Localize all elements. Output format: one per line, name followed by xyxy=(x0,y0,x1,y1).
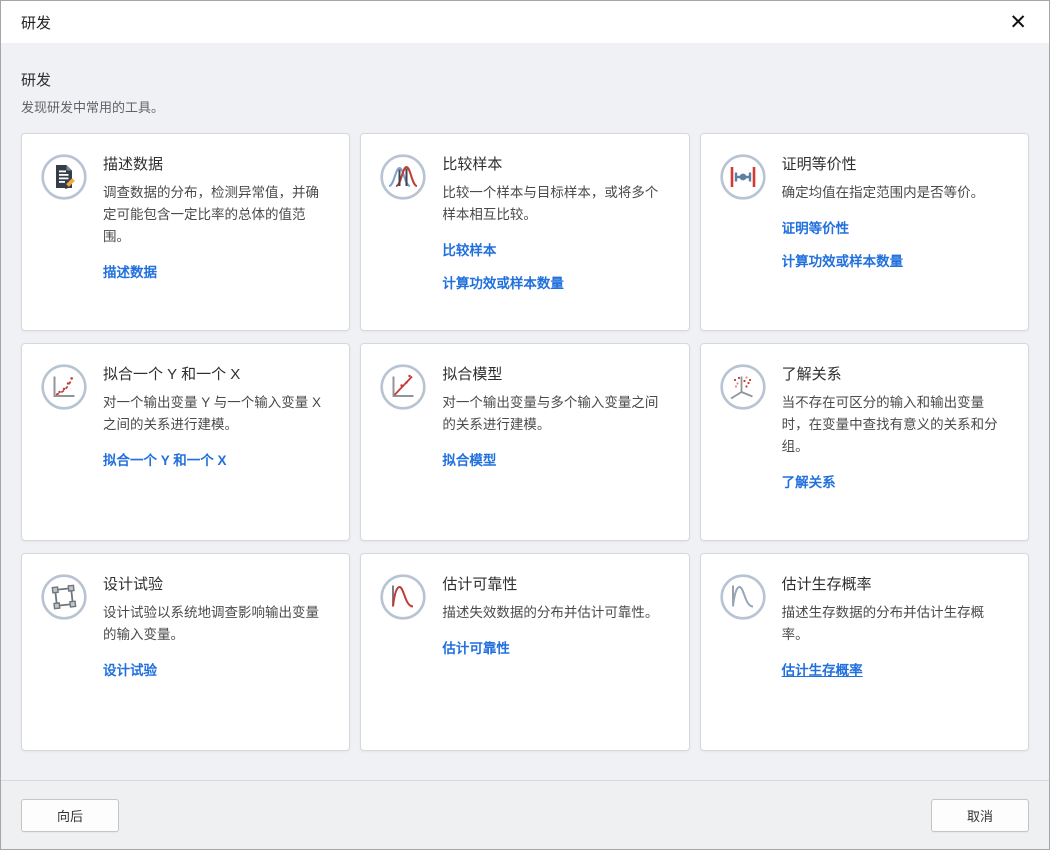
tool-card-grid: 描述数据 调查数据的分布，检测异常值，并确定可能包含一定比率的总体的值范围。 描… xyxy=(21,133,1029,751)
estimate-reliability-link[interactable]: 估计可靠性 xyxy=(442,637,510,657)
card-estimate-reliability: 估计可靠性 描述失效数据的分布并估计可靠性。 估计可靠性 xyxy=(360,553,689,751)
section-subtitle: 发现研发中常用的工具。 xyxy=(21,97,1029,116)
card-description: 对一个输出变量 Y 与一个输入变量 X 之间的关系进行建模。 xyxy=(103,392,331,436)
card-title: 估计可靠性 xyxy=(442,573,670,594)
estimate-survival-link[interactable]: 估计生存概率 xyxy=(782,659,863,679)
card-design-experiment: 设计试验 设计试验以系统地调查影响输出变量的输入变量。 设计试验 xyxy=(21,553,350,751)
card-title: 证明等价性 xyxy=(782,153,1010,174)
dialog-title: 研发 xyxy=(21,12,51,33)
card-description: 描述生存数据的分布并估计生存概率。 xyxy=(782,602,1010,646)
dialog-footer: 向后 取消 xyxy=(1,780,1049,849)
card-prove-equivalence: 证明等价性 确定均值在指定范围内是否等价。 证明等价性 计算功效或样本数量 xyxy=(700,133,1029,331)
scatter-line-fit-icon xyxy=(379,363,427,411)
card-title: 拟合模型 xyxy=(442,363,670,384)
card-fit-one-y-one-x: 拟合一个 Y 和一个 X 对一个输出变量 Y 与一个输入变量 X 之间的关系进行… xyxy=(21,343,350,541)
card-description: 设计试验以系统地调查影响输出变量的输入变量。 xyxy=(103,602,331,646)
3d-scatter-icon xyxy=(719,363,767,411)
prove-equivalence-link[interactable]: 证明等价性 xyxy=(782,217,850,237)
overlapping-distributions-icon xyxy=(379,153,427,201)
card-title: 估计生存概率 xyxy=(782,573,1010,594)
card-description: 比较一个样本与目标样本，或将多个样本相互比较。 xyxy=(442,182,670,226)
fit-model-link[interactable]: 拟合模型 xyxy=(442,449,496,469)
card-compare-samples: 比较样本 比较一个样本与目标样本，或将多个样本相互比较。 比较样本 计算功效或样… xyxy=(360,133,689,331)
document-pencil-icon xyxy=(40,153,88,201)
close-icon[interactable]: ✕ xyxy=(1005,10,1031,35)
design-square-icon xyxy=(40,573,88,621)
dialog-titlebar: 研发 ✕ xyxy=(1,1,1049,43)
card-estimate-survival: 估计生存概率 描述生存数据的分布并估计生存概率。 估计生存概率 xyxy=(700,553,1029,751)
equivalence-interval-icon xyxy=(719,153,767,201)
survival-distribution-icon xyxy=(719,573,767,621)
card-title: 设计试验 xyxy=(103,573,331,594)
power-sample-size-link[interactable]: 计算功效或样本数量 xyxy=(442,272,564,292)
dialog-content: 研发 发现研发中常用的工具。 xyxy=(1,43,1049,780)
card-description: 描述失效数据的分布并估计可靠性。 xyxy=(442,602,670,624)
rd-tools-dialog: 研发 ✕ 研发 发现研发中常用的工具。 xyxy=(0,0,1050,850)
card-title: 比较样本 xyxy=(442,153,670,174)
power-sample-size-link[interactable]: 计算功效或样本数量 xyxy=(782,250,904,270)
card-describe-data: 描述数据 调查数据的分布，检测异常值，并确定可能包含一定比率的总体的值范围。 描… xyxy=(21,133,350,331)
card-description: 对一个输出变量与多个输入变量之间的关系进行建模。 xyxy=(442,392,670,436)
describe-data-link[interactable]: 描述数据 xyxy=(103,261,157,281)
cancel-button[interactable]: 取消 xyxy=(931,799,1029,832)
back-button[interactable]: 向后 xyxy=(21,799,119,832)
card-description: 确定均值在指定范围内是否等价。 xyxy=(782,182,1010,204)
failure-distribution-icon xyxy=(379,573,427,621)
section-heading: 研发 xyxy=(21,69,1029,90)
fit-one-y-one-x-link[interactable]: 拟合一个 Y 和一个 X xyxy=(103,449,227,469)
card-description: 调查数据的分布，检测异常值，并确定可能包含一定比率的总体的值范围。 xyxy=(103,182,331,248)
card-description: 当不存在可区分的输入和输出变量时，在变量中查找有意义的关系和分组。 xyxy=(782,392,1010,458)
card-title: 拟合一个 Y 和一个 X xyxy=(103,363,331,384)
scatter-curve-fit-icon xyxy=(40,363,88,411)
card-title: 了解关系 xyxy=(782,363,1010,384)
discover-relationships-link[interactable]: 了解关系 xyxy=(782,471,836,491)
card-fit-model: 拟合模型 对一个输出变量与多个输入变量之间的关系进行建模。 拟合模型 xyxy=(360,343,689,541)
compare-samples-link[interactable]: 比较样本 xyxy=(442,239,496,259)
card-title: 描述数据 xyxy=(103,153,331,174)
design-experiment-link[interactable]: 设计试验 xyxy=(103,659,157,679)
card-discover-relationships: 了解关系 当不存在可区分的输入和输出变量时，在变量中查找有意义的关系和分组。 了… xyxy=(700,343,1029,541)
